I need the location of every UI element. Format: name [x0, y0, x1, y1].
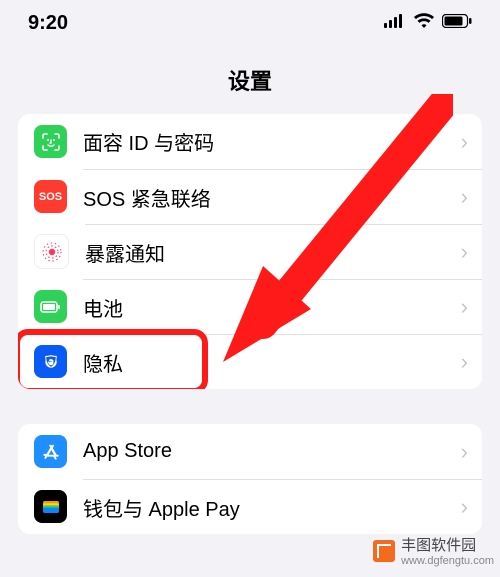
- page-title: 设置: [0, 64, 500, 96]
- row-label: SOS 紧急联络: [83, 183, 461, 212]
- row-label: 暴露通知: [85, 238, 461, 267]
- row-privacy[interactable]: 隐私 ›: [18, 334, 482, 389]
- watermark-name: 丰图软件园: [401, 537, 476, 554]
- battery-row-icon: [34, 290, 67, 323]
- battery-icon: [442, 14, 472, 33]
- settings-group-2: App Store › 钱包与 Apple Pay ›: [18, 424, 482, 534]
- row-label: 钱包与 Apple Pay: [83, 493, 461, 522]
- sos-icon: SOS: [34, 180, 67, 213]
- row-sos[interactable]: SOS SOS 紧急联络 ›: [18, 169, 482, 224]
- row-exposure[interactable]: 暴露通知 ›: [18, 224, 482, 279]
- watermark-url: www.dgfengtu.com: [401, 555, 494, 567]
- wifi-icon: [413, 13, 435, 34]
- chevron-right-icon: ›: [461, 294, 468, 320]
- chevron-right-icon: ›: [461, 129, 468, 155]
- row-battery[interactable]: 电池 ›: [18, 279, 482, 334]
- exposure-icon: [34, 234, 69, 269]
- wallet-icon: [34, 490, 67, 523]
- row-label: 隐私: [83, 348, 461, 377]
- faceid-icon: [34, 125, 67, 158]
- row-wallet[interactable]: 钱包与 Apple Pay ›: [18, 479, 482, 534]
- row-faceid[interactable]: 面容 ID 与密码 ›: [18, 114, 482, 169]
- chevron-right-icon: ›: [461, 439, 468, 465]
- row-label: App Store: [83, 440, 461, 463]
- chevron-right-icon: ›: [461, 494, 468, 520]
- appstore-icon: [34, 435, 67, 468]
- row-label: 电池: [83, 293, 461, 322]
- chevron-right-icon: ›: [461, 239, 468, 265]
- row-appstore[interactable]: App Store ›: [18, 424, 482, 479]
- watermark: 丰图软件园 www.dgfengtu.com: [373, 534, 494, 567]
- watermark-logo-icon: [373, 540, 395, 562]
- chevron-right-icon: ›: [461, 184, 468, 210]
- chevron-right-icon: ›: [461, 349, 468, 375]
- status-icons: [384, 13, 472, 34]
- privacy-icon: [34, 345, 67, 378]
- status-time: 9:20: [28, 12, 68, 35]
- settings-group-1: 面容 ID 与密码 › SOS SOS 紧急联络 › 暴露通知 ›: [18, 114, 482, 389]
- row-label: 面容 ID 与密码: [83, 127, 461, 156]
- cellular-icon: [384, 14, 406, 33]
